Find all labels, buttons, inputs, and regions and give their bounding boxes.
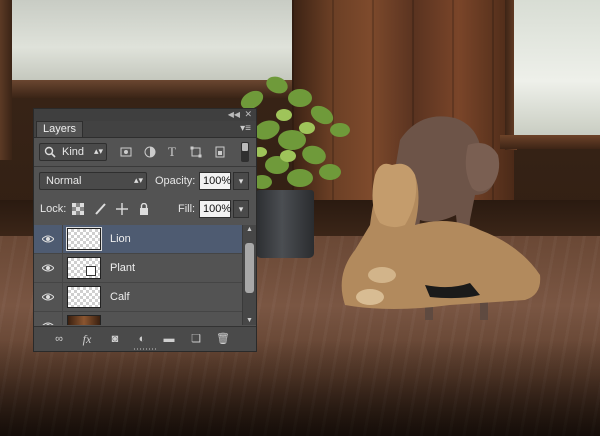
plant-pot [256, 190, 314, 258]
layers-list: Lion Plant Calf [34, 225, 242, 325]
layer-row-plant[interactable]: Plant [34, 254, 242, 283]
window-left-edge [0, 0, 12, 160]
scroll-up-icon[interactable]: ▲ [246, 226, 253, 233]
fx-icon[interactable]: fx [80, 332, 94, 346]
fill-label: Fill: [178, 203, 196, 215]
shape-filter-icon[interactable] [190, 146, 202, 158]
layer-name: Lion [110, 233, 131, 245]
layer-row-background[interactable] [34, 312, 242, 325]
eye-icon [42, 293, 54, 301]
lion-image [341, 163, 541, 309]
lock-move-icon[interactable] [116, 203, 128, 215]
adjustment-filter-icon[interactable] [144, 146, 156, 158]
panel-footer: ∞ fx ◙ ◐ ▬ ❏ 🗑 [34, 326, 256, 351]
panel-menu-icon[interactable]: ▾≡ [240, 123, 251, 134]
layer-thumbnail [67, 286, 101, 308]
new-layer-icon[interactable]: ❏ [189, 332, 203, 346]
type-filter-icon[interactable]: T [168, 144, 176, 160]
link-layers-icon[interactable]: ∞ [52, 332, 66, 346]
visibility-toggle[interactable] [34, 312, 63, 325]
smart-object-filter-icon[interactable] [214, 146, 226, 158]
scroll-thumb[interactable] [245, 243, 254, 293]
sill-shadow [0, 340, 600, 436]
filter-kind-select[interactable]: Kind ▴▾ [39, 143, 107, 161]
eye-icon [42, 235, 54, 243]
filter-kind-value: Kind [62, 146, 85, 158]
pixel-filter-icon[interactable] [120, 146, 132, 158]
lock-label: Lock: [40, 203, 67, 215]
layers-panel: ◀◀ ✕ Layers ▾≡ Kind ▴▾ T Normal ▴▾ Opaci… [33, 108, 257, 352]
adjustment-layer-icon[interactable]: ◐ [135, 332, 149, 346]
panel-title-bar[interactable]: ◀◀ ✕ [34, 109, 256, 121]
resize-grip[interactable] [134, 348, 156, 350]
visibility-toggle[interactable] [34, 225, 63, 253]
lock-all-icon[interactable] [138, 203, 150, 215]
add-mask-icon[interactable]: ◙ [108, 332, 122, 346]
search-icon [44, 146, 56, 158]
layer-name: Calf [110, 291, 130, 303]
lock-paint-brush-icon[interactable] [94, 203, 106, 215]
opacity-dropdown-icon[interactable]: ▾ [233, 172, 249, 190]
fill-input[interactable]: 100% [199, 200, 231, 218]
visibility-toggle[interactable] [34, 254, 63, 282]
chevron-updown-icon: ▴▾ [93, 146, 103, 156]
smart-object-badge-icon [86, 266, 96, 276]
window-right-sill [500, 135, 600, 149]
opacity-input[interactable]: 100% [199, 172, 231, 190]
eye-icon [42, 264, 54, 272]
layer-row-calf[interactable]: Calf [34, 283, 242, 312]
window-right [514, 0, 600, 135]
layers-scrollbar[interactable]: ▲ ▼ [242, 225, 256, 325]
new-group-icon[interactable]: ▬ [162, 332, 176, 346]
blend-mode-value: Normal [46, 175, 82, 187]
eye-icon [42, 322, 54, 325]
layer-row-lion[interactable]: Lion [34, 225, 242, 254]
tab-layers[interactable]: Layers [36, 121, 84, 137]
chevron-updown-icon: ▴▾ [133, 175, 143, 185]
blend-row: Normal ▴▾ Opacity: 100% ▾ [34, 167, 256, 195]
filter-row: Kind ▴▾ T [34, 138, 256, 166]
panel-tab-bar: Layers ▾≡ [34, 121, 256, 138]
layer-thumbnail [67, 315, 101, 325]
lock-row: Lock: Fill: 100% ▾ [34, 195, 256, 223]
layer-thumbnail [66, 227, 102, 251]
lock-transparent-icon[interactable] [72, 203, 84, 215]
blend-mode-select[interactable]: Normal ▴▾ [39, 172, 147, 190]
close-icon[interactable]: ✕ [244, 109, 252, 120]
layer-thumbnail [67, 257, 101, 279]
scroll-down-icon[interactable]: ▼ [246, 317, 253, 324]
layer-name: Plant [110, 262, 136, 274]
trash-icon[interactable]: 🗑 [216, 332, 230, 346]
opacity-label: Opacity: [155, 175, 196, 187]
fill-dropdown-icon[interactable]: ▾ [233, 200, 249, 218]
filter-toggle-switch[interactable] [241, 142, 249, 162]
visibility-toggle[interactable] [34, 283, 63, 311]
collapse-panel-icon[interactable]: ◀◀ [228, 110, 240, 119]
